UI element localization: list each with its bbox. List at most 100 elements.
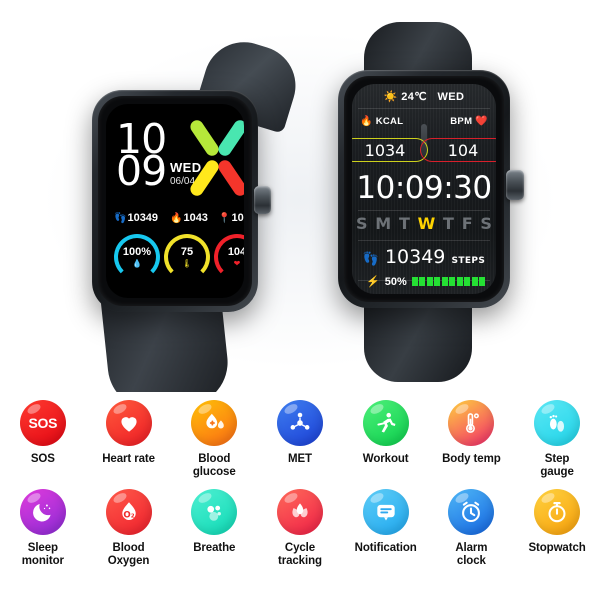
feature-icon-grid: SOS SOS Heart rate Blood glucose MET Workout B… — [0, 392, 600, 600]
flame-icon: 🔥 — [360, 116, 373, 127]
day-t2: T — [443, 214, 454, 233]
x-decoration-graphic — [180, 116, 244, 200]
feature-item-workout[interactable]: Workout — [343, 392, 429, 479]
left-watch-ring-row: 100% 💧 75 🌡 104 ❤ — [112, 234, 244, 288]
right-watch-bpm-label: BPM ❤️ — [450, 116, 488, 127]
chat-bubble-icon — [362, 489, 409, 535]
feature-item-met[interactable]: MET — [257, 392, 343, 479]
feature-label: Body temp — [442, 453, 501, 465]
feature-label: Blood glucose — [192, 453, 236, 478]
watch-crown-right[interactable] — [506, 170, 524, 200]
battery-segment — [456, 277, 463, 286]
feature-label: Stopwatch — [528, 542, 586, 554]
battery-segment — [464, 277, 471, 286]
hero-watch-photo: 10 09 WED 06/04 👣10349 🔥1043 📍10 100% 💧 … — [0, 0, 600, 392]
sos-icon: SOS — [19, 400, 66, 446]
day-w-active: W — [417, 214, 436, 233]
ring-body-temp: 75 🌡 — [164, 234, 210, 280]
left-stat-steps: 👣10349 — [114, 212, 159, 224]
feature-item-notification[interactable]: Notification — [343, 479, 429, 568]
feature-label: SOS — [30, 453, 55, 465]
watch-bezel-left: 10 09 WED 06/04 👣10349 🔥1043 📍10 100% 💧 … — [98, 96, 252, 306]
met-molecule-icon — [276, 400, 323, 446]
feature-label: Sleep monitor — [21, 542, 64, 567]
feature-label: Notification — [354, 542, 417, 554]
footsteps-icon: 👣 — [362, 252, 379, 267]
feature-label: Cycle tracking — [277, 542, 322, 567]
feature-item-cycle-tracking[interactable]: Cycle tracking — [257, 479, 343, 568]
watch-case-left: 10 09 WED 06/04 👣10349 🔥1043 📍10 100% 💧 … — [92, 90, 258, 312]
divider-steps — [358, 240, 490, 241]
feature-item-blood-oxygen[interactable]: O₂ Blood Oxygen — [86, 479, 172, 568]
heart-icon — [105, 400, 152, 446]
water-drop-o2-icon: 💧 — [132, 258, 142, 268]
right-watch-bpm-value: 104 — [420, 138, 496, 162]
feature-item-blood-glucose[interactable]: Blood glucose — [171, 392, 257, 479]
watch-case-right: ☀️ 24℃ WED 🔥 KCAL BPM ❤️ 1034 104 10:09:… — [338, 70, 510, 308]
stopwatch-icon — [534, 489, 581, 535]
lightning-bolt-icon: ⚡ — [366, 276, 380, 288]
battery-segment — [419, 277, 426, 286]
battery-bar — [411, 277, 486, 286]
battery-segment — [441, 277, 448, 286]
watch-crown-left[interactable] — [254, 186, 271, 214]
feature-item-body-temp[interactable]: Body temp — [429, 392, 515, 479]
heart-pulse-icon: ❤ — [233, 258, 241, 268]
day-m: M — [375, 214, 392, 233]
feature-item-stopwatch[interactable]: Stopwatch — [514, 479, 600, 568]
feature-label: Breathe — [193, 542, 236, 554]
smartwatch-right: ☀️ 24℃ WED 🔥 KCAL BPM ❤️ 1034 104 10:09:… — [318, 22, 548, 382]
divider-top — [358, 108, 490, 109]
feature-row-1: SOS SOS Heart rate Blood glucose MET Workout B… — [0, 392, 600, 479]
feature-label: Workout — [362, 453, 409, 465]
feature-label: Step gauge — [540, 453, 574, 478]
location-pin-icon: 📍 — [218, 213, 231, 224]
day-t1: T — [398, 214, 410, 233]
battery-segment — [471, 277, 478, 286]
left-watch-stats-row: 👣10349 🔥1043 📍103.4 — [114, 212, 244, 228]
watch-bezel-right: ☀️ 24℃ WED 🔥 KCAL BPM ❤️ 1034 104 10:09:… — [344, 76, 504, 302]
left-stat-distance: 📍103.4 — [218, 212, 244, 224]
ring-blood-oxygen: 100% 💧 — [114, 234, 160, 280]
feature-item-breathe[interactable]: Breathe — [171, 479, 257, 568]
feature-item-step-gauge[interactable]: Step gauge — [514, 392, 600, 479]
right-watch-battery-row: ⚡ 50% — [366, 275, 486, 288]
battery-segment — [479, 277, 486, 286]
product-image: 10 09 WED 06/04 👣10349 🔥1043 📍10 100% 💧 … — [0, 0, 600, 600]
battery-segment — [434, 277, 441, 286]
feature-item-heart-rate[interactable]: Heart rate — [86, 392, 172, 479]
feature-item-sos[interactable]: SOS SOS — [0, 392, 86, 479]
lotus-flower-icon — [276, 489, 323, 535]
thermometer-icon — [448, 400, 495, 446]
battery-segment — [449, 277, 456, 286]
right-watch-battery-percent: 50% — [384, 275, 407, 288]
ring-heart-rate: 104 ❤ — [214, 234, 244, 280]
right-watch-temperature: 24℃ — [401, 91, 428, 103]
feature-item-alarm-clock[interactable]: Alarm clock — [429, 479, 515, 568]
feature-item-sleep-monitor[interactable]: Sleep monitor — [0, 479, 86, 568]
divider-mid — [358, 210, 490, 211]
blood-glucose-icon — [191, 400, 238, 446]
right-watch-steps: 👣 10349 STEPS — [352, 246, 496, 268]
right-watch-time: 10:09:30 — [356, 170, 492, 206]
right-watch-weekday: WED — [437, 91, 465, 103]
heart-icon: ❤️ — [475, 116, 488, 127]
left-watch-minute: 09 — [116, 147, 167, 195]
watch-screen-right[interactable]: ☀️ 24℃ WED 🔥 KCAL BPM ❤️ 1034 104 10:09:… — [352, 84, 496, 294]
watch-screen-left[interactable]: 10 09 WED 06/04 👣10349 🔥1043 📍10 100% 💧 … — [106, 104, 244, 298]
breathe-bubbles-icon — [191, 489, 238, 535]
right-watch-steps-unit: STEPS — [451, 256, 486, 266]
moon-stars-icon — [19, 489, 66, 535]
alarm-clock-icon — [448, 489, 495, 535]
thermometer-icon: 🌡 — [181, 258, 193, 268]
workout-runner-icon — [362, 400, 409, 446]
right-watch-weather-bar: ☀️ 24℃ WED — [352, 90, 496, 103]
feature-label: Heart rate — [102, 453, 155, 465]
smartwatch-left: 10 09 WED 06/04 👣10349 🔥1043 📍10 100% 💧 … — [86, 32, 306, 392]
right-watch-kcal-value: 1034 — [352, 138, 428, 162]
feature-row-2: Sleep monitor O₂ Blood Oxygen Breathe Cycle … — [0, 479, 600, 568]
left-stat-calories: 🔥1043 — [170, 212, 208, 224]
flame-icon: 🔥 — [170, 213, 183, 224]
battery-segment — [426, 277, 433, 286]
battery-segment — [411, 277, 418, 286]
